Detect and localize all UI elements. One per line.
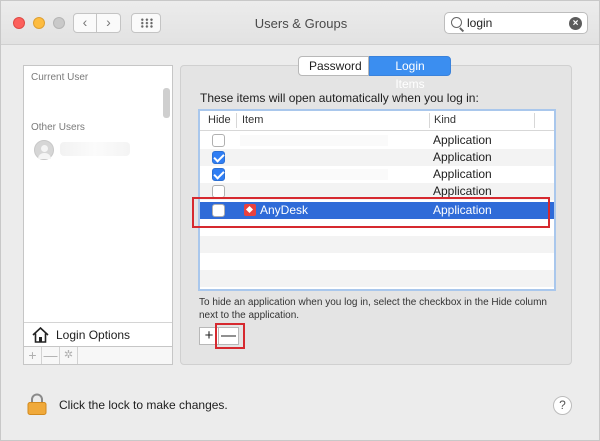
kind-cell: Application	[433, 150, 492, 164]
hide-hint-text: To hide an application when you log in, …	[199, 297, 547, 321]
table-row[interactable]: Application	[200, 149, 554, 166]
item-name	[240, 152, 388, 163]
column-divider	[236, 113, 237, 128]
lock-message: Click the lock to make changes.	[59, 398, 228, 412]
window-title: Users & Groups	[254, 16, 348, 31]
title-bar: ‹ › Users & Groups ×	[1, 1, 599, 45]
hide-checkbox[interactable]	[212, 134, 225, 147]
zoom-window-button[interactable]	[53, 17, 65, 29]
column-divider	[429, 113, 430, 128]
gear-icon[interactable]: ✲	[60, 347, 78, 364]
lock-icon[interactable]	[27, 393, 47, 415]
table-row[interactable]: Application	[200, 132, 554, 149]
empty-row	[200, 236, 554, 253]
minimize-window-button[interactable]	[33, 17, 45, 29]
login-options-item[interactable]: Login Options	[24, 322, 172, 346]
column-divider	[534, 113, 535, 128]
users-sidebar: Current User Other Users Login Options	[23, 65, 173, 347]
hide-checkbox[interactable]	[212, 168, 225, 181]
remove-user-button[interactable]: —	[42, 347, 60, 364]
item-column-header[interactable]: Item	[242, 114, 263, 126]
users-groups-window: ‹ › Users & Groups × Current User Other …	[0, 0, 600, 441]
highlight-box	[215, 323, 245, 349]
help-button[interactable]: ?	[553, 396, 572, 415]
search-icon	[451, 17, 462, 28]
tab-login-items[interactable]: Login Items	[369, 56, 451, 91]
login-items-intro: These items will open automatically when…	[200, 91, 479, 105]
sidebar-scrollbar[interactable]	[163, 88, 170, 118]
item-name	[240, 135, 388, 146]
show-all-button[interactable]	[131, 13, 161, 33]
login-options-label: Login Options	[56, 328, 131, 342]
search-field[interactable]: ×	[444, 12, 588, 34]
forward-button[interactable]: ›	[97, 13, 121, 33]
sidebar-toolbar: + — ✲	[23, 347, 173, 365]
kind-cell: Application	[433, 133, 492, 147]
item-name	[240, 169, 388, 180]
other-user-name[interactable]	[60, 142, 130, 156]
close-window-button[interactable]	[13, 17, 25, 29]
kind-cell: Application	[433, 184, 492, 198]
highlight-box	[192, 197, 550, 228]
kind-cell: Application	[433, 167, 492, 181]
empty-row	[200, 270, 554, 287]
current-user-item[interactable]	[24, 88, 172, 122]
tab-bar: Password Login Items	[298, 56, 451, 91]
grid-icon	[140, 18, 154, 28]
hide-checkbox[interactable]	[212, 151, 225, 164]
search-input[interactable]	[467, 15, 563, 31]
back-button[interactable]: ‹	[73, 13, 97, 33]
kind-column-header[interactable]: Kind	[434, 114, 456, 126]
hide-column-header[interactable]: Hide	[208, 114, 231, 126]
other-users-heading: Other Users	[31, 122, 85, 133]
user-avatar-icon[interactable]	[34, 140, 54, 160]
item-name	[240, 186, 388, 197]
list-header: Hide Item Kind	[200, 111, 554, 131]
add-user-button[interactable]: +	[24, 347, 42, 364]
house-icon	[32, 327, 49, 343]
clear-search-icon[interactable]: ×	[569, 17, 582, 30]
current-user-heading: Current User	[31, 72, 89, 83]
table-row[interactable]: Application	[200, 166, 554, 183]
tab-password[interactable]: Password	[298, 56, 369, 76]
